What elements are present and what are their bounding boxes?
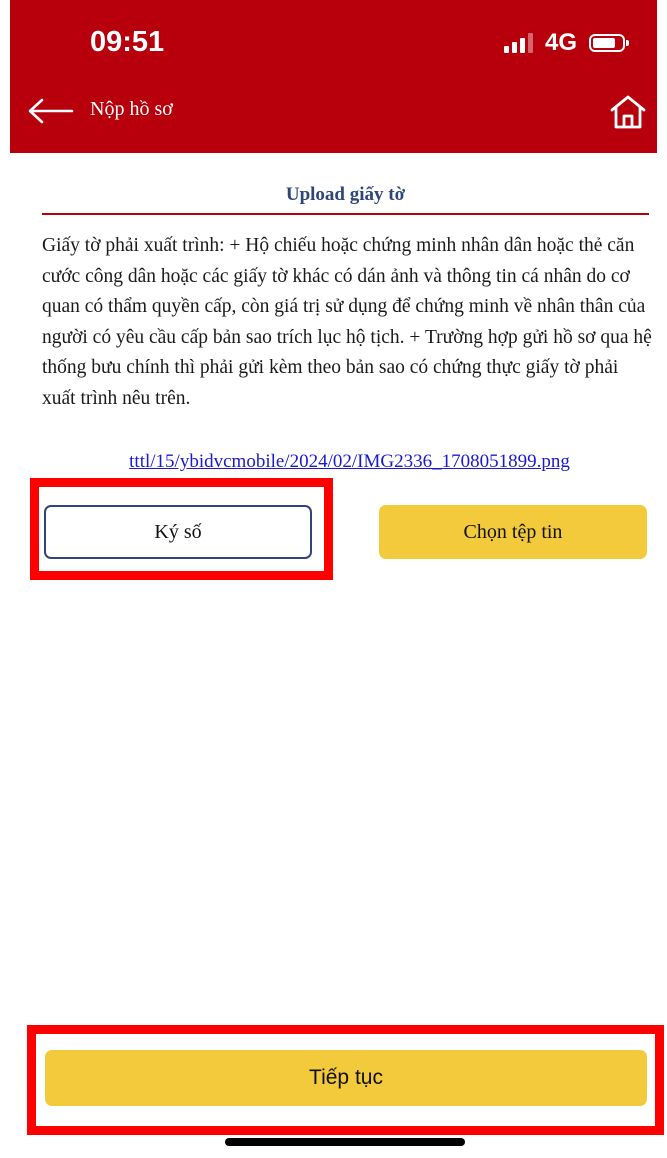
home-icon [610, 95, 646, 129]
document-requirements-text: Giấy tờ phải xuất trình: + Hộ chiếu hoặc… [42, 235, 652, 409]
app-header: 09:51 4G Nộp hồ sơ [10, 0, 657, 153]
page-title: Nộp hồ sơ [90, 98, 173, 120]
digital-sign-button[interactable]: Ký số [44, 505, 312, 559]
choose-file-button[interactable]: Chọn tệp tin [379, 505, 647, 559]
battery-icon [589, 34, 629, 52]
continue-button[interactable]: Tiếp tục [45, 1050, 647, 1106]
status-indicators: 4G [503, 28, 629, 58]
signal-bars-icon [503, 33, 533, 53]
network-type: 4G [544, 29, 577, 56]
section-title: Upload giấy tờ [285, 184, 406, 205]
uploaded-file-link[interactable]: tttl/15/ybidvcmobile/2024/02/IMG2336_170… [52, 451, 647, 473]
back-button[interactable] [26, 97, 74, 125]
home-indicator [225, 1138, 465, 1146]
home-button[interactable] [607, 92, 649, 132]
arrow-left-icon [28, 98, 74, 124]
section-divider [42, 213, 649, 215]
status-time: 09:51 [90, 26, 165, 58]
